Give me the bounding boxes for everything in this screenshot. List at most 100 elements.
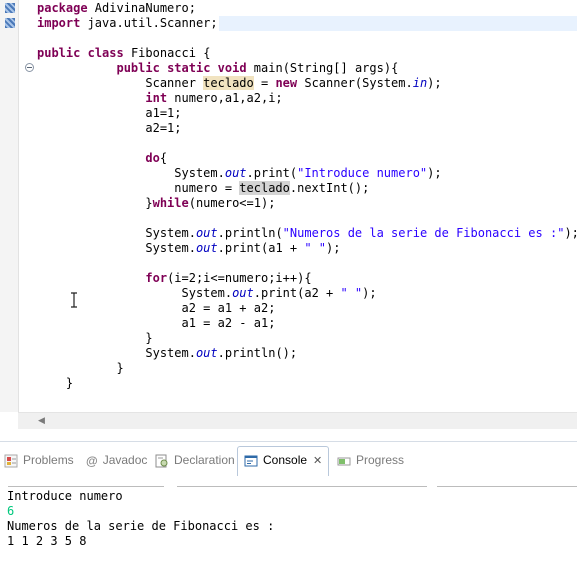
code-line[interactable]: public static void main(String[] args){ [37,61,398,76]
code-token: "Numeros de la serie de Fibonacci es :" [282,226,565,240]
code-line[interactable]: public class Fibonacci { [37,46,210,61]
console-output[interactable]: Introduce numero 6 Numeros de la serie de … [0,488,577,561]
divider-segment [437,486,577,487]
editor-gutter[interactable] [0,0,19,412]
progress-icon [337,457,351,466]
code-token: .print( [246,166,298,180]
declaration-icon [155,454,168,468]
code-line[interactable]: System.out.print(a2 + " "); [37,286,376,301]
code-token: out [232,286,254,300]
console-icon [244,455,258,467]
code-line[interactable]: Scanner teclado = new Scanner(System.in)… [37,76,442,91]
code-line[interactable]: }while(numero<=1); [37,196,275,211]
tab-console[interactable]: Console ✕ [244,451,322,469]
code-token: numero,a1,a2,i; [167,91,283,105]
code-editor[interactable]: package AdivinaNumero; import java.util.S… [0,0,577,429]
code-token: .print(a2 + [253,286,341,300]
code-token: = [253,76,276,90]
code-token: (numero<=1); [188,196,276,210]
code-line[interactable]: } [37,361,123,376]
code-token: out [195,226,218,240]
code-token: public [37,46,81,60]
tab-declaration-label: Declaration [174,453,235,467]
code-line[interactable]: System.out.println(); [37,346,297,361]
code-token: ); [427,76,442,90]
scroll-left-arrow-icon[interactable]: ◀ [38,416,45,426]
code-line[interactable]: numero = teclado.nextInt(); [37,181,369,196]
bottom-view-tabbar: Problems @ Javadoc Declaration Console ✕ P… [0,441,577,478]
code-token: System. [37,286,233,300]
code-line[interactable]: a1 = a2 - a1; [37,316,275,331]
code-token: while [152,196,189,210]
code-token: in [412,76,428,90]
tab-console-label: Console [263,453,308,467]
code-line[interactable]: System.out.print(a1 + " "); [37,241,340,256]
code-token: AdivinaNumero; [87,1,196,15]
code-token: System. [37,226,196,240]
warning-marker-icon[interactable] [5,18,15,28]
code-token: } [37,196,153,210]
code-token: Scanner(System. [297,76,413,90]
code-token: { [159,151,168,165]
code-line[interactable]: } [37,331,153,346]
fold-collapse-icon[interactable] [25,63,34,72]
code-token: a2=1; [37,121,182,135]
problems-icon [4,454,18,468]
code-token: a1 = a2 - a1; [37,316,276,330]
console-output-line: Introduce numero [7,489,123,503]
code-token: } [37,331,153,345]
tab-progress[interactable]: Progress [337,451,404,469]
code-line[interactable]: for(i=2;i<=numero;i++){ [37,271,312,286]
current-line-highlight [219,16,577,31]
code-token: System. [37,241,196,255]
console-input-line: 6 [7,504,15,518]
tab-declaration[interactable]: Declaration [155,451,235,469]
code-line[interactable]: do{ [37,151,167,166]
code-token: main(String[] args){ [246,61,399,75]
code-line[interactable]: a1=1; [37,106,182,121]
code-token: .print(a1 + [217,241,305,255]
code-line[interactable]: System.out.print("Introduce numero"); [37,166,442,181]
code-token: java.util.Scanner; [80,16,218,30]
code-token: "Introduce numero" [297,166,428,180]
code-token: ); [427,166,442,180]
console-output-line: Numeros de la serie de Fibonacci es : [7,519,275,533]
code-token: void [217,61,247,75]
code-token: class [87,46,124,60]
code-line[interactable]: System.out.println("Numeros de la serie … [37,226,577,241]
code-token: out [195,346,218,360]
text-cursor-ibeam-icon [71,292,77,308]
console-output-line: 1 1 2 3 5 8 [7,534,87,548]
code-token: a1=1; [37,106,182,120]
code-line[interactable]: package AdivinaNumero; [37,1,196,16]
code-token: ); [564,226,577,240]
code-token: static [167,61,211,75]
code-token: out [224,166,247,180]
code-token: import [37,16,81,30]
code-token: System. [37,166,225,180]
code-token: int [145,91,168,105]
close-tab-icon[interactable]: ✕ [313,452,322,470]
code-line[interactable]: a2=1; [37,121,182,136]
horizontal-scrollbar[interactable]: ◀ [18,412,577,429]
tab-problems-label: Problems [23,453,74,467]
code-token: for [145,271,168,285]
code-line[interactable]: int numero,a1,a2,i; [37,91,283,106]
code-token: .println( [217,226,283,240]
bookmark-marker-icon[interactable] [5,3,15,13]
console-toolbar-divider [0,478,577,488]
code-token: do [145,151,160,165]
tab-problems[interactable]: Problems [4,451,74,469]
code-line[interactable]: import java.util.Scanner; [37,16,218,31]
code-token: .nextInt(); [289,181,370,195]
code-token: teclado [203,76,254,90]
code-token: (i=2;i<=numero;i++){ [167,271,312,285]
code-line[interactable]: } [37,376,73,391]
tab-javadoc[interactable]: @ Javadoc [86,451,147,469]
